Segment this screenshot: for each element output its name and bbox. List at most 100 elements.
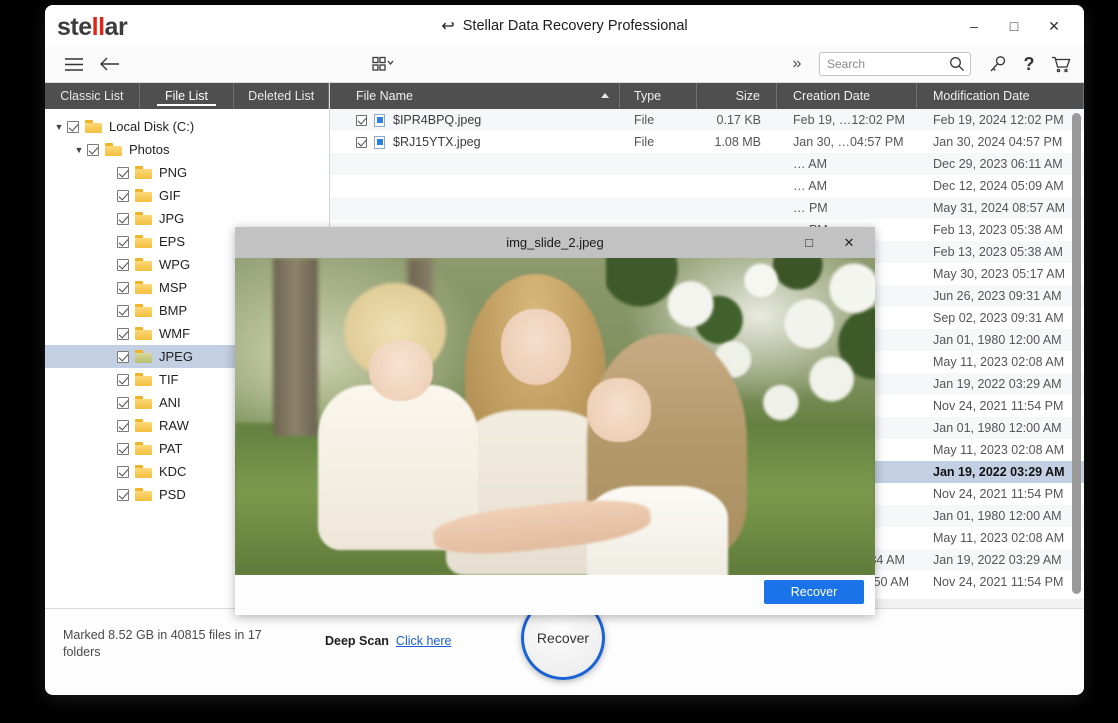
preview-dialog-title: img_slide_2.jpeg (506, 235, 604, 250)
cell-modification-date: Jan 01, 1980 12:00 AM (933, 421, 1062, 435)
table-row[interactable]: … PM May 31, 2024 08:57 AM (330, 197, 1084, 219)
hamburger-menu-icon[interactable] (59, 51, 89, 77)
preview-dialog-controls: □ ✕ (789, 227, 869, 258)
cart-icon[interactable] (1046, 51, 1076, 77)
column-header-file-name[interactable]: File Name (330, 83, 620, 109)
overflow-chevrons-icon[interactable]: » (782, 51, 812, 77)
tree-item-checkbox[interactable] (87, 143, 99, 156)
cell-creation-date: Jan 30, …04:57 PM (793, 135, 904, 149)
tree-item-checkbox[interactable] (117, 235, 129, 248)
preview-recover-button[interactable]: Recover (764, 580, 864, 604)
cell-modification-date: May 11, 2023 02:08 AM (933, 531, 1065, 545)
status-bar: Marked 8.52 GB in 40815 files in 17 fold… (45, 596, 1084, 694)
deep-scan-label: Deep Scan (325, 634, 389, 648)
tree-item-checkbox[interactable] (117, 258, 129, 271)
tree-item-checkbox[interactable] (117, 304, 129, 317)
cell-modification-date: Jan 01, 1980 12:00 AM (933, 509, 1062, 523)
cell-modification-date: May 31, 2024 08:57 AM (933, 201, 1066, 215)
tree-item-label: ANI (159, 395, 181, 410)
file-list-header: File Name Type Size Creation Date Modifi… (330, 83, 1084, 109)
back-navigation-icon[interactable] (95, 51, 125, 77)
folder-icon (135, 212, 152, 225)
cell-modification-date: Jan 19, 2022 03:29 AM (933, 553, 1062, 567)
cell-creation-date: … AM (793, 179, 828, 193)
file-list-vertical-scrollbar[interactable] (1072, 113, 1081, 594)
tree-item-label: JPEG (159, 349, 193, 364)
tree-item-gif[interactable]: GIF (45, 184, 329, 207)
tree-item-local-disk-c[interactable]: ▼ Local Disk (C:) (45, 115, 329, 138)
folder-icon (135, 327, 152, 340)
search-input[interactable] (820, 56, 938, 72)
table-row[interactable]: … AM Dec 12, 2024 05:09 AM (330, 175, 1084, 197)
tree-item-label: WPG (159, 257, 191, 272)
tree-item-png[interactable]: PNG (45, 161, 329, 184)
tree-item-checkbox[interactable] (117, 465, 129, 478)
tree-item-checkbox[interactable] (117, 350, 129, 363)
cell-modification-date: Dec 29, 2023 06:11 AM (933, 157, 1063, 171)
deep-scan-link[interactable]: Click here (396, 634, 452, 648)
window-controls: – □ ✕ (954, 13, 1074, 39)
help-icon[interactable]: ? (1014, 51, 1044, 77)
tree-item-checkbox[interactable] (117, 327, 129, 340)
tree-item-checkbox[interactable] (117, 189, 129, 202)
file-icon (374, 113, 385, 127)
cell-file-name: $RJ15YTX.jpeg (330, 135, 620, 149)
tree-item-checkbox[interactable] (117, 212, 129, 225)
cell-modification-date: May 11, 2023 02:08 AM (933, 355, 1065, 369)
cell-modification-date: Jan 30, 2024 04:57 PM (933, 135, 1063, 149)
cell-modification-date: Nov 24, 2021 11:54 PM (933, 399, 1064, 413)
column-header-type[interactable]: Type (620, 83, 697, 109)
back-arrow-icon[interactable]: ↩ (441, 16, 454, 36)
cell-modification-date: May 11, 2023 02:08 AM (933, 443, 1065, 457)
table-row[interactable]: $RJ15YTX.jpeg File 1.08 MB Jan 30, …04:57 P… (330, 131, 1084, 153)
cell-creation-date: Feb 19, …12:02 PM (793, 113, 905, 127)
tree-item-label: Photos (129, 142, 170, 157)
table-row[interactable]: … AM Dec 29, 2023 06:11 AM (330, 153, 1084, 175)
tab-file-list[interactable]: File List (140, 83, 235, 109)
table-row[interactable]: $IPR4BPQ.jpeg File 0.17 KB Feb 19, …12:02 P… (330, 109, 1084, 131)
tree-item-label: TIF (159, 372, 179, 387)
tree-item-checkbox[interactable] (117, 396, 129, 409)
tree-item-checkbox[interactable] (117, 442, 129, 455)
folder-icon (135, 465, 152, 478)
expand-collapse-twisty-icon[interactable]: ▼ (51, 122, 67, 132)
minimize-button[interactable]: – (954, 13, 994, 39)
column-header-creation-date[interactable]: Creation Date (777, 83, 917, 109)
folder-icon (135, 373, 152, 386)
cell-modification-date: Feb 13, 2023 05:38 AM (933, 223, 1063, 237)
expand-collapse-twisty-icon[interactable]: ▼ (71, 145, 87, 155)
tree-item-checkbox[interactable] (117, 281, 129, 294)
preview-maximize-button[interactable]: □ (789, 227, 829, 258)
grid-view-icon[interactable] (362, 51, 406, 77)
maximize-button[interactable]: □ (994, 13, 1034, 39)
cell-modification-date: May 30, 2023 05:17 AM (933, 267, 1066, 281)
cell-modification-date: Dec 12, 2024 05:09 AM (933, 179, 1064, 193)
folder-icon (135, 304, 152, 317)
tree-item-checkbox[interactable] (117, 419, 129, 432)
column-header-modification-date[interactable]: Modification Date (917, 83, 1084, 109)
preview-close-button[interactable]: ✕ (829, 227, 869, 258)
search-icon[interactable] (949, 56, 965, 77)
tree-item-checkbox[interactable] (117, 166, 129, 179)
row-checkbox[interactable] (356, 114, 367, 126)
folder-icon (105, 143, 122, 156)
tree-item-checkbox[interactable] (67, 120, 79, 133)
tab-deleted-list[interactable]: Deleted List (234, 83, 329, 109)
tree-item-photos[interactable]: ▼ Photos (45, 138, 329, 161)
tree-item-checkbox[interactable] (117, 488, 129, 501)
close-button[interactable]: ✕ (1034, 13, 1074, 39)
column-header-size[interactable]: Size (697, 83, 777, 109)
key-icon[interactable] (982, 51, 1012, 77)
cell-type: File (634, 135, 655, 149)
cell-modification-date: Jun 26, 2023 09:31 AM (933, 289, 1062, 303)
search-box[interactable] (819, 52, 971, 76)
tree-item-checkbox[interactable] (117, 373, 129, 386)
tab-classic-list[interactable]: Classic List (45, 83, 140, 109)
tree-item-label: PAT (159, 441, 183, 456)
folder-icon (135, 189, 152, 202)
sort-ascending-icon (601, 93, 609, 98)
file-name-label: $IPR4BPQ.jpeg (393, 113, 482, 127)
folder-icon (135, 258, 152, 271)
cell-modification-date: Sep 02, 2023 09:31 AM (933, 311, 1064, 325)
row-checkbox[interactable] (356, 136, 367, 148)
